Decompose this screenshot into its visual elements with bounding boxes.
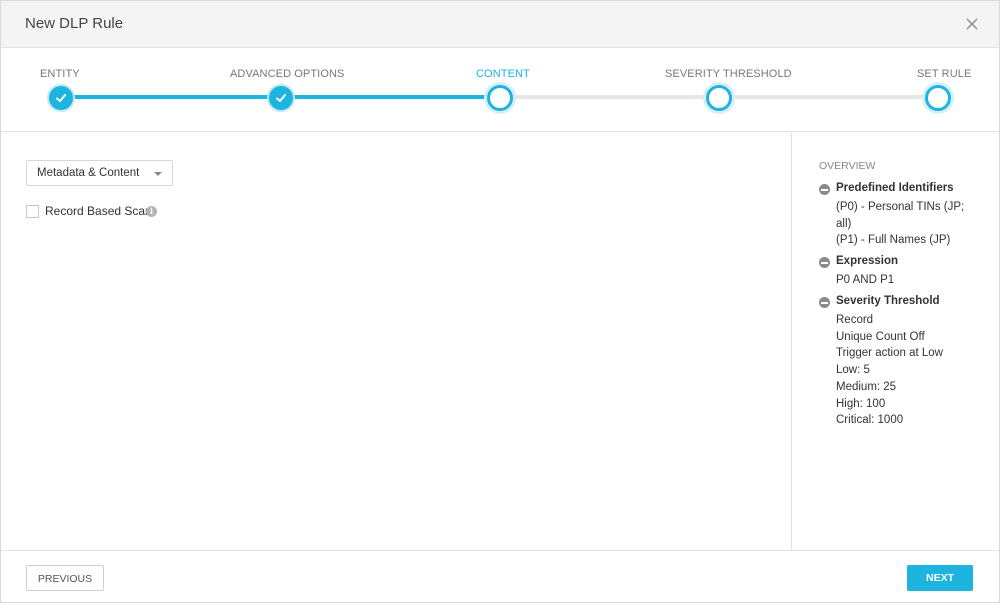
record-based-scan-label[interactable]: Record Based Scan <box>45 204 152 218</box>
step-label-entity: ENTITY <box>40 68 80 80</box>
step-node-severity-threshold[interactable] <box>706 85 732 111</box>
overview-panel: OVERVIEW Predefined Identifiers (P0) - P… <box>791 133 999 550</box>
record-based-scan-checkbox[interactable] <box>26 205 39 218</box>
overview-group-title: Expression <box>836 255 898 267</box>
dialog-title: New DLP Rule <box>25 15 124 32</box>
overview-group-title: Predefined Identifiers <box>836 182 954 194</box>
chevron-down-icon <box>154 172 162 176</box>
overview-line: High: 100 <box>836 397 886 410</box>
scan-type-select[interactable]: Metadata & Content <box>26 160 173 186</box>
info-icon[interactable]: i <box>146 206 157 217</box>
step-node-entity[interactable] <box>47 84 75 112</box>
overview-line: all) <box>836 217 852 230</box>
overview-title: OVERVIEW <box>819 160 876 172</box>
step-node-content[interactable] <box>487 85 513 111</box>
minus-circle-icon[interactable] <box>819 257 830 268</box>
overview-group-title: Severity Threshold <box>836 295 940 307</box>
next-button[interactable]: NEXT <box>907 565 973 591</box>
previous-button[interactable]: PREVIOUS <box>26 565 104 591</box>
overview-line: Trigger action at Low <box>836 347 943 360</box>
step-node-set-rule[interactable] <box>925 85 951 111</box>
overview-line: (P0) - Personal TINs (JP; <box>836 201 965 213</box>
overview-line: Unique Count Off <box>836 330 925 343</box>
scan-type-value: Metadata & Content <box>37 167 140 179</box>
overview-line: Record <box>836 314 874 326</box>
overview-line: Critical: 1000 <box>836 414 904 427</box>
stepper-track-complete <box>281 95 500 99</box>
new-dlp-rule-dialog: New DLP Rule ENTITY ADVANCED OPTIONS CON… <box>0 0 1000 603</box>
dialog-header: New DLP Rule <box>1 1 999 48</box>
content-panel: Metadata & Content Record Based Scan i <box>1 133 791 550</box>
stepper-track-pending <box>500 95 719 99</box>
overview-line: Medium: 25 <box>836 380 897 393</box>
wizard-stepper: ENTITY ADVANCED OPTIONS CONTENT SEVERITY… <box>1 48 999 132</box>
stepper-track-complete <box>61 95 281 99</box>
checkmark-icon <box>56 94 66 102</box>
overview-line: (P1) - Full Names (JP) <box>836 234 951 247</box>
step-node-advanced-options[interactable] <box>267 84 295 112</box>
minus-circle-icon[interactable] <box>819 184 830 195</box>
step-label-advanced-options: ADVANCED OPTIONS <box>230 68 345 80</box>
step-label-content: CONTENT <box>476 68 530 80</box>
close-icon[interactable] <box>963 15 981 33</box>
minus-circle-icon[interactable] <box>819 297 830 308</box>
checkmark-icon <box>276 94 286 102</box>
stepper-track-pending <box>719 95 938 99</box>
overview-line: P0 AND P1 <box>836 274 895 286</box>
overview-line: Low: 5 <box>836 364 870 377</box>
step-label-severity-threshold: SEVERITY THRESHOLD <box>665 68 792 80</box>
dialog-footer: PREVIOUS NEXT <box>1 550 999 603</box>
step-label-set-rule: SET RULE <box>917 68 972 80</box>
